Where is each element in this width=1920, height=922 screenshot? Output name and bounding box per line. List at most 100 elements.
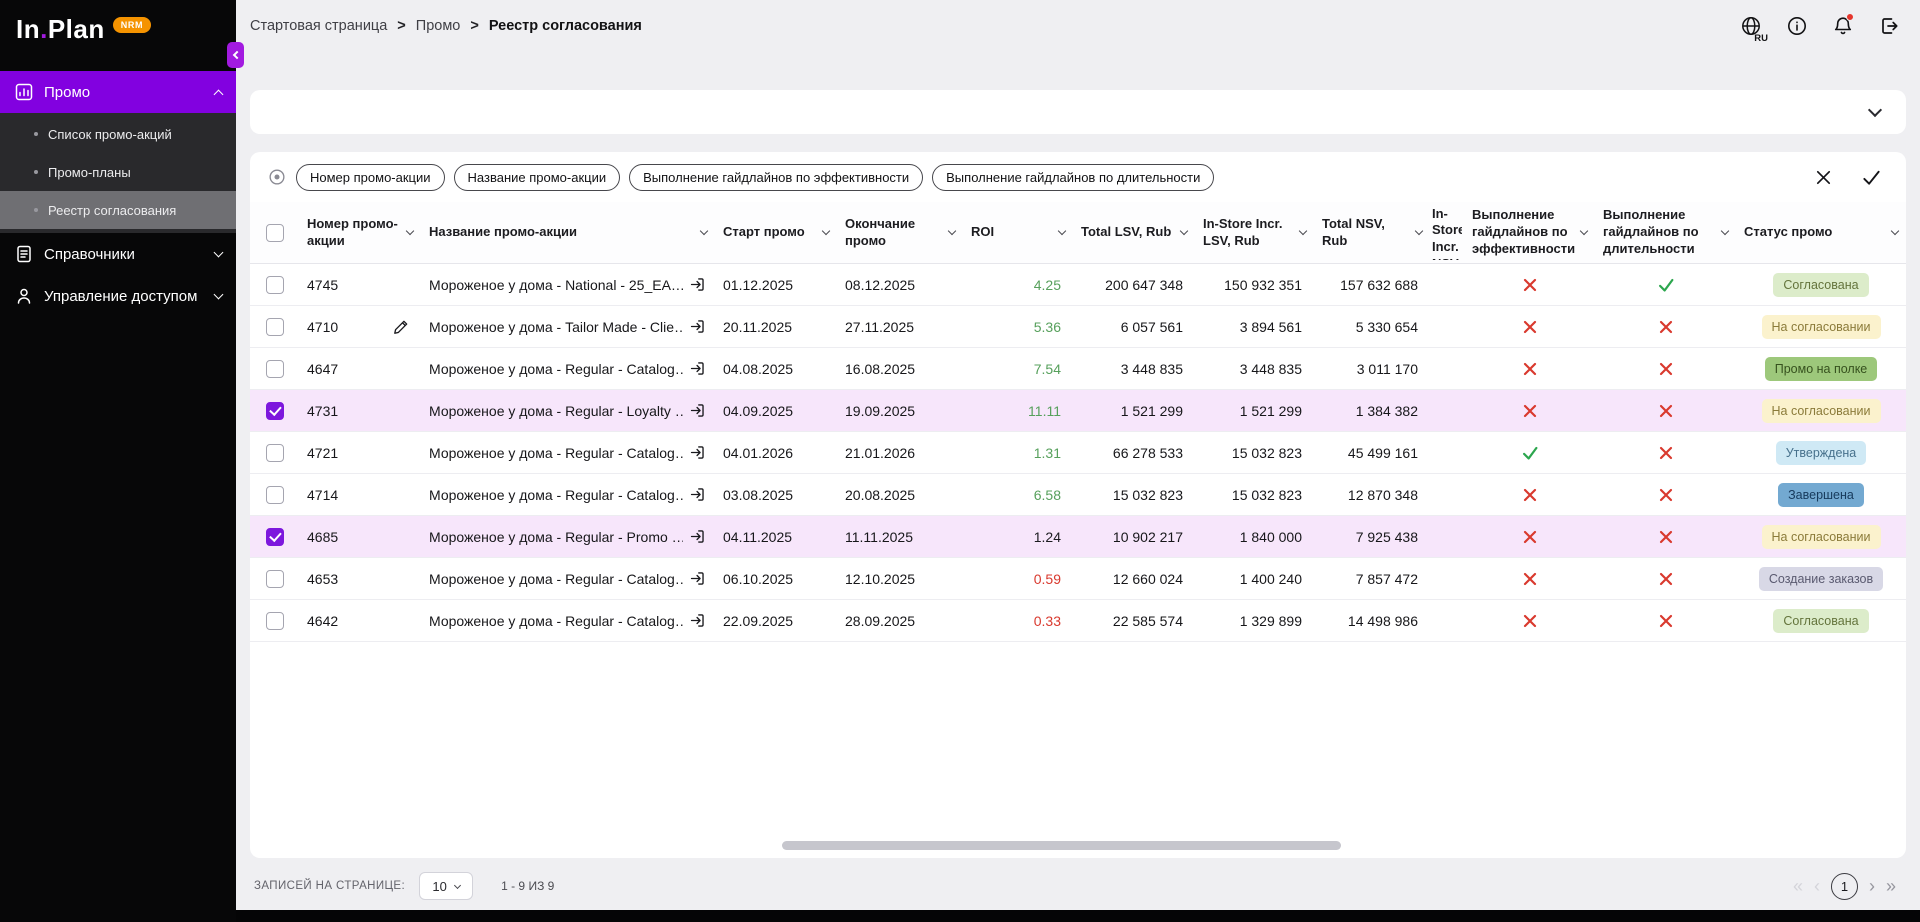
open-promo-icon[interactable] (689, 486, 707, 503)
promo-number-cell: 4745 (299, 264, 421, 305)
total-lsv: 22 585 574 (1112, 612, 1183, 629)
column-header-status[interactable]: Статус промо (1736, 202, 1906, 263)
column-header-total-nsv[interactable]: Total NSV, Rub (1314, 202, 1430, 263)
promo-start: 22.09.2025 (723, 612, 794, 629)
table-header: Номер промо-акции Название промо-акции С… (250, 202, 1906, 264)
open-promo-icon[interactable] (689, 276, 707, 293)
table-row[interactable]: 4710 Мороженое у дома - Tailor Made - Cl… (250, 306, 1906, 348)
sidebar-item-directories[interactable]: Справочники (0, 233, 236, 275)
breadcrumb-separator: > (470, 18, 479, 34)
cross-icon (1659, 446, 1672, 459)
apply-filters-icon[interactable] (1861, 167, 1882, 188)
breadcrumb-promo[interactable]: Промо (416, 18, 461, 34)
row-checkbox[interactable] (265, 443, 284, 462)
column-header-total-lsv[interactable]: Total LSV, Rub (1073, 202, 1195, 263)
filter-chip[interactable]: Номер промо-акции (296, 163, 445, 191)
bullet-icon (34, 132, 38, 136)
column-header-instore-lsv[interactable]: In-Store Incr. LSV, Rub (1195, 202, 1314, 263)
topbar: Стартовая страница > Промо > Реестр согл… (236, 0, 1920, 52)
row-checkbox[interactable] (265, 485, 284, 504)
table-row[interactable]: 4685 Мороженое у дома - Regular - Promo … (250, 516, 1906, 558)
target-icon[interactable] (268, 168, 286, 186)
table-row[interactable]: 4721 Мороженое у дома - Regular - Catalo… (250, 432, 1906, 474)
info-button[interactable] (1784, 13, 1810, 39)
total-nsv: 7 925 438 (1355, 528, 1418, 545)
logout-button[interactable] (1876, 13, 1902, 39)
table-row[interactable]: 4731 Мороженое у дома - Regular - Loyalt… (250, 390, 1906, 432)
promo-end: 12.10.2025 (845, 570, 916, 587)
row-checkbox[interactable] (265, 359, 284, 378)
dur-mark (1595, 264, 1736, 305)
horizontal-scrollbar[interactable] (256, 841, 1900, 851)
sidebar-item-label: Справочники (44, 245, 135, 263)
sidebar-item-promo-list[interactable]: Список промо-акций (0, 115, 236, 153)
sidebar-item-promo[interactable]: Промо (0, 71, 236, 113)
column-header-duration-guidelines[interactable]: Выполнение гайдлайнов по длительности (1595, 202, 1736, 263)
panel-expand-chevron-icon[interactable] (1867, 102, 1883, 118)
column-header-efficiency-guidelines[interactable]: Выполнение гайдлайнов по эффективности (1464, 202, 1595, 263)
total-lsv: 15 032 823 (1112, 486, 1183, 503)
instore-lsv: 15 032 823 (1231, 486, 1302, 503)
filter-bar: Номер промо-акции Название промо-акции Вып… (250, 152, 1906, 202)
instore-lsv: 1 400 240 (1239, 570, 1302, 587)
table-row[interactable]: 4647 Мороженое у дома - Regular - Catalo… (250, 348, 1906, 390)
filter-chip[interactable]: Выполнение гайдлайнов по длительности (932, 163, 1215, 191)
sidebar-item-access-management[interactable]: Управление доступом (0, 275, 236, 317)
cross-icon (1523, 320, 1536, 333)
next-page-button[interactable]: › (1869, 877, 1875, 895)
promo-name-cell: Мороженое у дома - Regular - Promo … (421, 516, 715, 557)
column-header-name[interactable]: Название промо-акции (421, 202, 715, 263)
instore-nsv-clipped (1430, 348, 1464, 389)
row-checkbox[interactable] (265, 569, 284, 588)
column-header-roi[interactable]: ROI (963, 202, 1073, 263)
filter-chip[interactable]: Название промо-акции (453, 163, 621, 191)
promo-number-cell: 4731 (299, 390, 421, 431)
open-promo-icon[interactable] (689, 318, 707, 335)
open-promo-icon[interactable] (689, 444, 707, 461)
page-size-select[interactable]: 10 (419, 872, 474, 900)
sidebar-subitem-label: Реестр согласования (48, 202, 177, 218)
row-checkbox[interactable] (265, 275, 284, 294)
sidebar-collapse-button[interactable] (227, 42, 244, 68)
open-promo-icon[interactable] (689, 360, 707, 377)
row-checkbox[interactable] (265, 527, 284, 546)
promo-name: Мороженое у дома - Regular - Catalog… (429, 444, 683, 461)
promo-roi: 5.36 (1033, 318, 1061, 335)
first-page-button[interactable]: « (1793, 877, 1803, 895)
current-page-button[interactable]: 1 (1830, 872, 1858, 900)
last-page-button[interactable]: » (1886, 877, 1896, 895)
filter-chip[interactable]: Выполнение гайдлайнов по эффективности (629, 163, 924, 191)
row-checkbox[interactable] (265, 317, 284, 336)
status-badge: Утверждена (1775, 440, 1867, 465)
column-header-start[interactable]: Старт промо (715, 202, 837, 263)
row-checkbox[interactable] (265, 401, 284, 420)
sidebar-item-label: Управление доступом (44, 287, 198, 305)
status-badge: На согласовании (1761, 314, 1881, 339)
notifications-button[interactable] (1830, 13, 1856, 39)
sidebar-item-approval-registry[interactable]: Реестр согласования (0, 191, 236, 229)
language-button[interactable]: RU (1738, 13, 1768, 44)
column-header-end[interactable]: Окончание промо (837, 202, 963, 263)
open-promo-icon[interactable] (689, 528, 707, 545)
table-row[interactable]: 4745 Мороженое у дома - National - 25_EA… (250, 264, 1906, 306)
row-checkbox[interactable] (265, 611, 284, 630)
table-row[interactable]: 4642 Мороженое у дома - Regular - Catalo… (250, 600, 1906, 642)
open-promo-icon[interactable] (689, 570, 707, 587)
scrollbar-thumb[interactable] (782, 841, 1342, 850)
edit-pencil-icon[interactable] (393, 319, 413, 335)
promo-name-cell: Мороженое у дома - Regular - Catalog… (421, 558, 715, 599)
sidebar-subitem-label: Список промо-акций (48, 126, 172, 142)
open-promo-icon[interactable] (689, 402, 707, 419)
sidebar-item-promo-plans[interactable]: Промо-планы (0, 153, 236, 191)
select-all-checkbox[interactable] (265, 223, 284, 242)
prev-page-button[interactable]: ‹ (1814, 877, 1820, 895)
table-row[interactable]: 4653 Мороженое у дома - Regular - Catalo… (250, 558, 1906, 600)
clear-filters-icon[interactable] (1814, 168, 1833, 187)
table-row[interactable]: 4714 Мороженое у дома - Regular - Catalo… (250, 474, 1906, 516)
open-promo-icon[interactable] (689, 612, 707, 629)
column-header-instore-nsv-clipped[interactable]: In-Store Incr. NSV, Rub (1430, 202, 1464, 263)
cross-icon (1523, 488, 1536, 501)
column-header-number[interactable]: Номер промо-акции (299, 202, 421, 263)
promo-start: 06.10.2025 (723, 570, 794, 587)
breadcrumb-home[interactable]: Стартовая страница (250, 18, 387, 34)
